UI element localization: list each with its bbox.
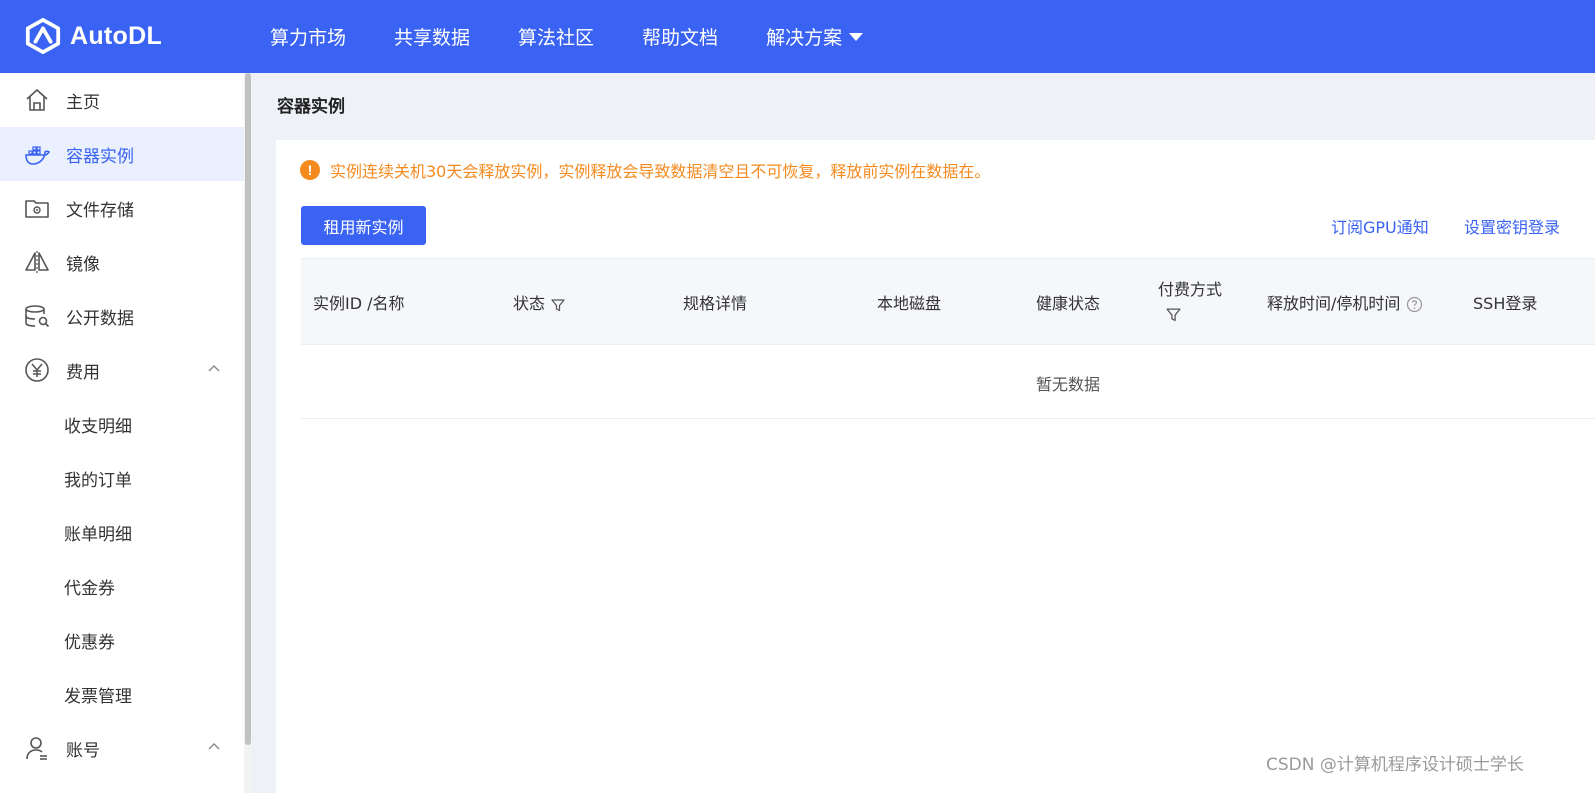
top-navbar: AutoDL 算力市场 共享数据 算法社区 帮助文档 解决方案 — [0, 0, 1595, 73]
column-header-ssh-login: SSH登录 — [1473, 294, 1538, 313]
chevron-up-icon — [208, 365, 220, 372]
sidebar-item-label: 文件存储 — [66, 200, 134, 221]
column-header-release-time: 释放时间/停机时间 — [1267, 290, 1423, 314]
column-header-label: 释放时间/停机时间 — [1267, 294, 1401, 313]
sidebar-item-label: 优惠券 — [64, 632, 115, 653]
brand-logo[interactable]: AutoDL — [24, 16, 162, 56]
sidebar-scrollbar[interactable] — [244, 73, 252, 793]
filter-icon[interactable] — [551, 298, 565, 312]
sidebar-item-label: 账号 — [66, 740, 100, 761]
column-header-health: 健康状态 — [1036, 294, 1101, 313]
brand-name: AutoDL — [70, 21, 163, 50]
sidebar-item-label: 我的订单 — [64, 470, 132, 491]
sidebar: 主页 容器实例 文件存储 镜像 公开数据 费用 收支明细 我的订单 账单明细 代… — [0, 73, 246, 793]
help-circle-icon[interactable] — [1406, 296, 1423, 313]
sidebar-item-vouchers[interactable]: 代金券 — [0, 559, 246, 613]
sidebar-item-file-storage[interactable]: 文件存储 — [0, 181, 246, 235]
user-icon — [26, 737, 47, 760]
sidebar-item-label: 容器实例 — [66, 146, 134, 167]
sidebar-item-label: 账单明细 — [64, 524, 132, 545]
sidebar-item-label: 主页 — [66, 92, 100, 113]
sidebar-item-transactions[interactable]: 收支明细 — [0, 397, 246, 451]
sidebar-item-account[interactable]: 账号 — [0, 721, 246, 775]
empty-state-text: 暂无数据 — [1036, 375, 1101, 394]
sidebar-item-label: 发票管理 — [64, 686, 132, 707]
database-search-icon — [25, 305, 50, 328]
column-header-spec: 规格详情 — [683, 294, 748, 313]
sidebar-item-label: 代金券 — [64, 578, 115, 599]
watermark: CSDN @计算机程序设计硕士学长 — [1266, 755, 1524, 775]
sidebar-item-my-orders[interactable]: 我的订单 — [0, 451, 246, 505]
home-icon — [26, 89, 48, 111]
sidebar-item-invoices[interactable]: 发票管理 — [0, 667, 246, 721]
sidebar-item-label: 镜像 — [66, 254, 100, 275]
sidebar-item-label: 费用 — [66, 362, 100, 383]
sidebar-item-container-instances[interactable]: 容器实例 — [0, 127, 246, 181]
nav-item-solutions[interactable]: 解决方案 — [766, 23, 864, 50]
mirror-icon — [25, 251, 49, 273]
table-empty-row — [301, 345, 1595, 419]
set-ssh-key-link[interactable]: 设置密钥登录 — [1464, 214, 1560, 238]
sidebar-item-home[interactable]: 主页 — [0, 73, 246, 127]
warning-banner: ! 实例连续关机30天会释放实例，实例释放会导致数据清空且不可恢复，释放前实例在… — [300, 158, 990, 182]
rent-new-instance-button[interactable]: 租用新实例 — [301, 206, 426, 245]
sidebar-item-public-data[interactable]: 公开数据 — [0, 289, 246, 343]
column-header-payment: 付费方式 — [1158, 280, 1223, 299]
sidebar-item-coupons[interactable]: 优惠券 — [0, 613, 246, 667]
column-header-instance-id: 实例ID /名称 — [313, 294, 405, 313]
warning-text: 实例连续关机30天会释放实例，实例释放会导致数据清空且不可恢复，释放前实例在数据… — [330, 162, 991, 181]
sidebar-item-label: 公开数据 — [66, 308, 134, 329]
column-header-label: 状态 — [513, 294, 546, 313]
docker-icon — [25, 146, 51, 165]
autodl-logo-icon — [25, 17, 61, 55]
nav-item-help-docs[interactable]: 帮助文档 — [642, 23, 718, 50]
filter-icon[interactable] — [1166, 307, 1181, 322]
nav-item-compute-market[interactable]: 算力市场 — [270, 23, 346, 50]
chevron-up-icon — [208, 743, 220, 750]
sidebar-item-label: 收支明细 — [64, 416, 132, 437]
nav-item-shared-data[interactable]: 共享数据 — [394, 23, 470, 50]
folder-gear-icon — [25, 200, 49, 218]
scrollbar-thumb[interactable] — [245, 73, 251, 745]
sidebar-item-images[interactable]: 镜像 — [0, 235, 246, 289]
column-header-local-disk: 本地磁盘 — [877, 294, 942, 313]
subscribe-gpu-notification-link[interactable]: 订阅GPU通知 — [1331, 214, 1429, 238]
column-header-status: 状态 — [513, 290, 565, 314]
caret-down-icon — [849, 32, 864, 41]
yen-icon — [25, 358, 49, 382]
page-title: 容器实例 — [277, 97, 345, 117]
sidebar-item-billing[interactable]: 费用 — [0, 343, 246, 397]
nav-item-algorithm-community[interactable]: 算法社区 — [518, 23, 594, 50]
sidebar-item-bill-details[interactable]: 账单明细 — [0, 505, 246, 559]
main-nav: 算力市场 共享数据 算法社区 帮助文档 解决方案 — [270, 0, 864, 73]
warning-icon: ! — [300, 160, 320, 180]
nav-item-solutions-label: 解决方案 — [766, 27, 843, 49]
